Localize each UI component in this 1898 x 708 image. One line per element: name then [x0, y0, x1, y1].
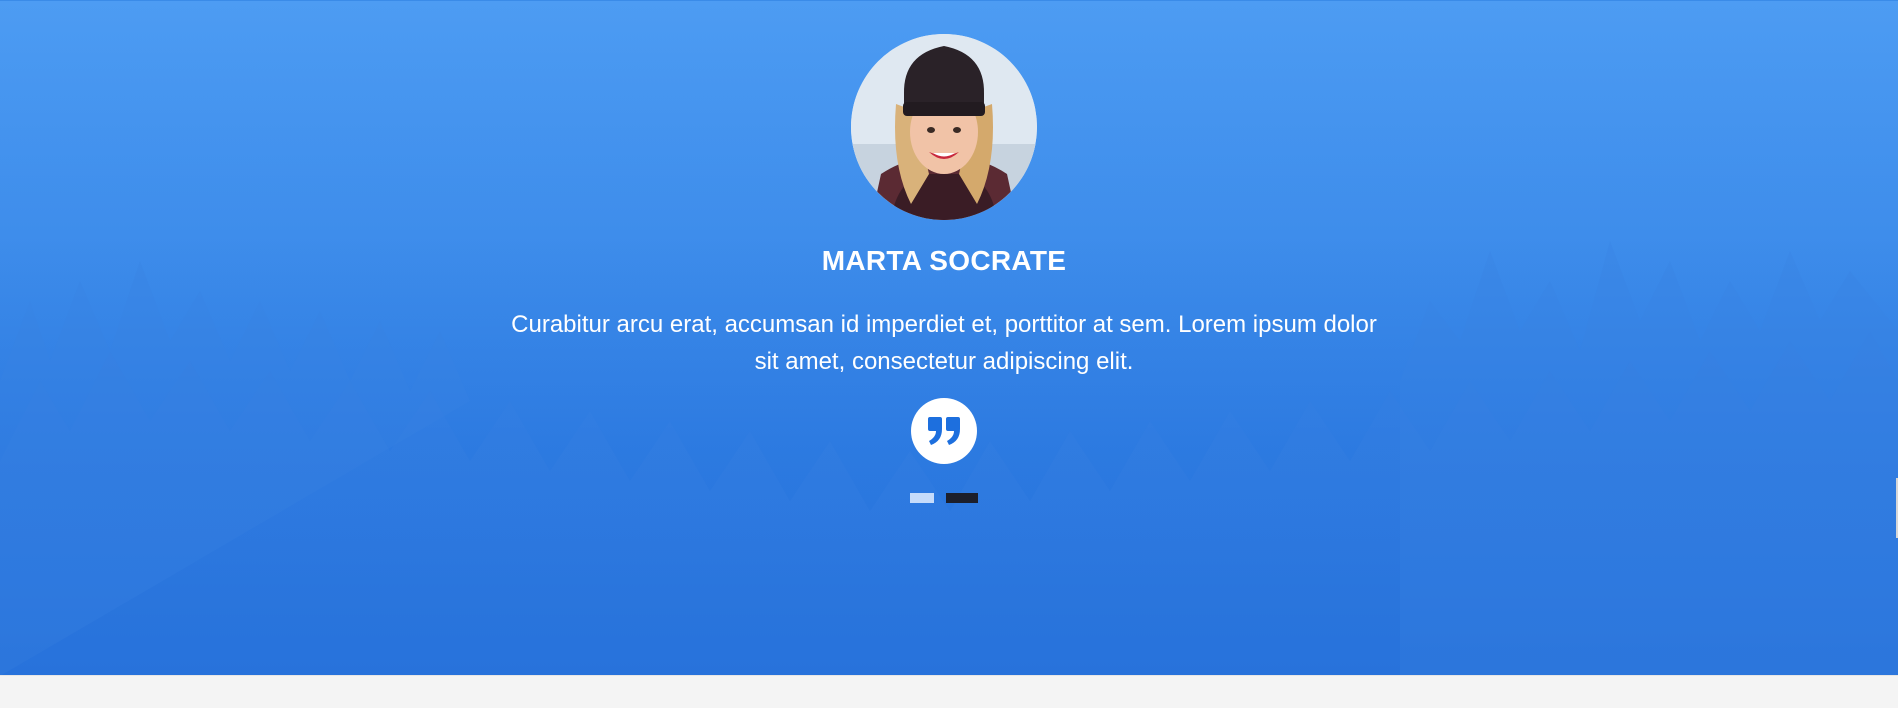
testimonial-quote: Curabitur arcu erat, accumsan id imperdi… [511, 311, 1377, 375]
carousel-dot-2-active[interactable] [946, 493, 978, 503]
person-photo-icon [851, 34, 1037, 220]
testimonial-section: MARTA SOCRATE Curabitur arcu erat, accum… [0, 0, 1898, 676]
section-footer-strip [0, 675, 1898, 708]
person-name: MARTA SOCRATE [821, 245, 1067, 276]
quote-icon [928, 417, 960, 445]
carousel-dot-1[interactable] [910, 493, 934, 503]
quote-badge [911, 398, 977, 464]
avatar [851, 34, 1037, 220]
